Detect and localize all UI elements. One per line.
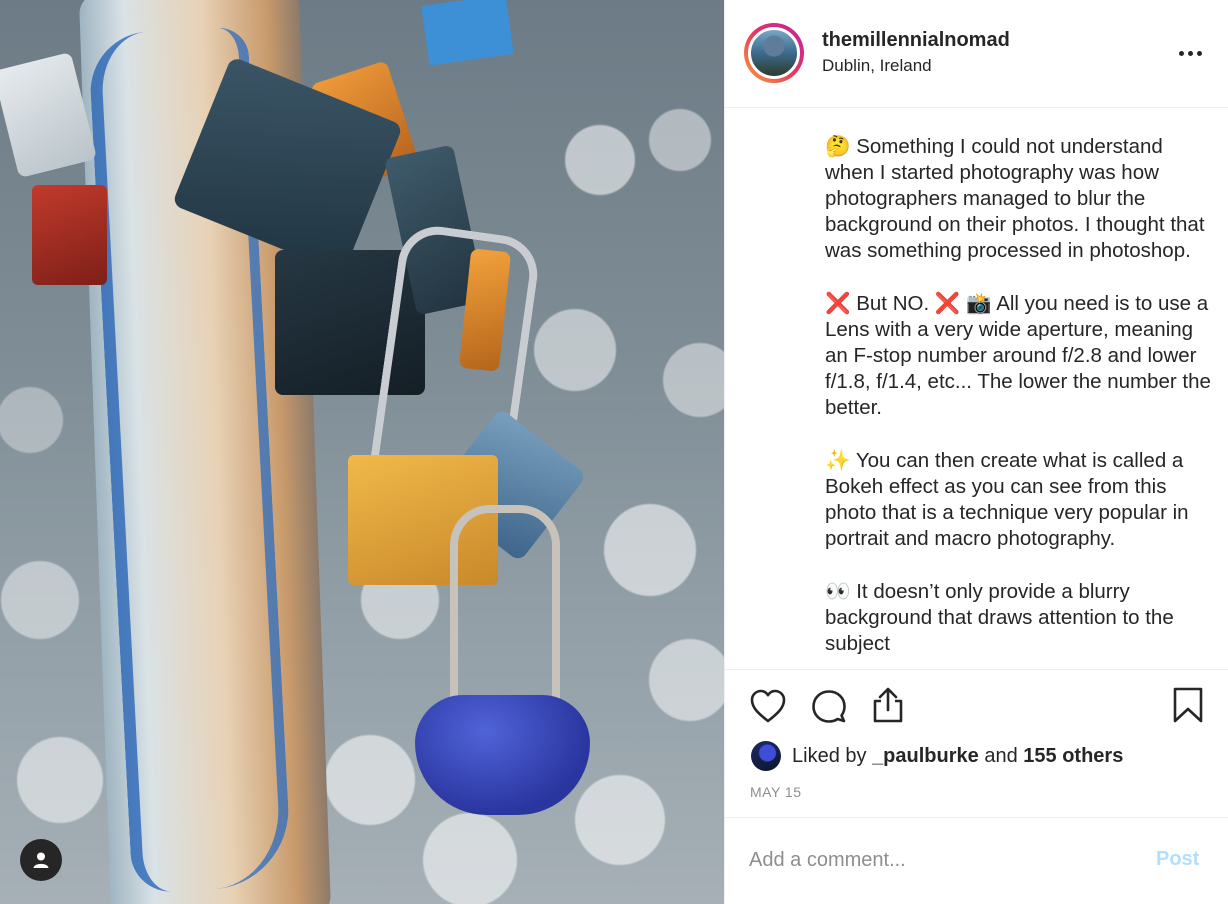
share-upload-icon[interactable] <box>869 686 907 724</box>
post-location[interactable]: Dublin, Ireland <box>822 56 932 76</box>
more-horizontal-icon <box>1187 50 1193 56</box>
post-photo[interactable] <box>0 0 724 904</box>
comment-bubble-icon[interactable] <box>810 688 848 724</box>
more-horizontal-icon <box>1178 50 1184 56</box>
camera-flash-icon: 📸 <box>966 291 992 315</box>
user-tag-icon <box>33 852 49 868</box>
liker-avatar[interactable] <box>751 741 781 771</box>
likes-text: Liked by _paulburke and 155 others <box>792 745 1123 768</box>
more-options-button[interactable] <box>1165 38 1215 68</box>
thinking-face-icon: 🤔 <box>825 134 851 158</box>
bookmark-icon[interactable] <box>1171 686 1205 724</box>
cross-mark-icon: ❌ <box>825 291 851 315</box>
photo-red-lock <box>32 185 107 285</box>
comment-box: Post <box>725 817 1228 904</box>
cross-mark-icon: ❌ <box>934 291 961 315</box>
caption-paragraph: ❌ But NO. ❌ 📸 All you need is to use a L… <box>825 290 1215 421</box>
heart-icon[interactable] <box>749 688 787 724</box>
post-header: themillennialnomad Dublin, Ireland <box>725 0 1228 108</box>
caption-text: Something I could not understand when I … <box>825 135 1205 262</box>
likes-and: and <box>984 744 1018 767</box>
likes-prefix: Liked by <box>792 744 867 767</box>
caption-text: But NO. <box>856 292 930 315</box>
comment-input[interactable] <box>749 842 1129 878</box>
post-caption: 🤔 Something I could not understand when … <box>825 133 1215 669</box>
likes-summary: Liked by _paulburke and 155 others <box>751 740 1123 772</box>
post-date[interactable]: MAY 15 <box>750 784 802 800</box>
photo-shackle-2 <box>450 505 560 725</box>
liker-username[interactable]: _paulburke <box>872 745 979 767</box>
eyes-icon: 👀 <box>825 579 851 603</box>
photo-heart-lock <box>415 695 590 815</box>
caption-paragraph: 👀 It doesn’t only provide a blurry backg… <box>825 578 1215 657</box>
sparkles-icon: ✨ <box>825 448 851 472</box>
author-avatar[interactable] <box>748 27 800 79</box>
post-side-panel: 🤔 Something I could not understand when … <box>724 0 1228 904</box>
post-actions: Liked by _paulburke and 155 others MAY 1… <box>725 669 1228 817</box>
tagged-users-button[interactable] <box>20 839 62 881</box>
photo-blue-tag <box>421 0 514 66</box>
caption-text: You can then create what is called a Bok… <box>825 449 1189 550</box>
caption-paragraph: 🤔 Something I could not understand when … <box>825 133 1215 264</box>
post-comment-button[interactable]: Post <box>1156 848 1199 871</box>
likes-others-link[interactable]: 155 others <box>1023 745 1123 767</box>
caption-paragraph: ✨ You can then create what is called a B… <box>825 447 1215 552</box>
story-ring[interactable] <box>744 23 804 83</box>
more-horizontal-icon <box>1196 50 1202 56</box>
caption-text: It doesn’t only provide a blurry backgro… <box>825 580 1174 655</box>
author-username[interactable]: themillennialnomad <box>822 29 1010 52</box>
caption-scroll-area[interactable]: 🤔 Something I could not understand when … <box>725 108 1228 669</box>
